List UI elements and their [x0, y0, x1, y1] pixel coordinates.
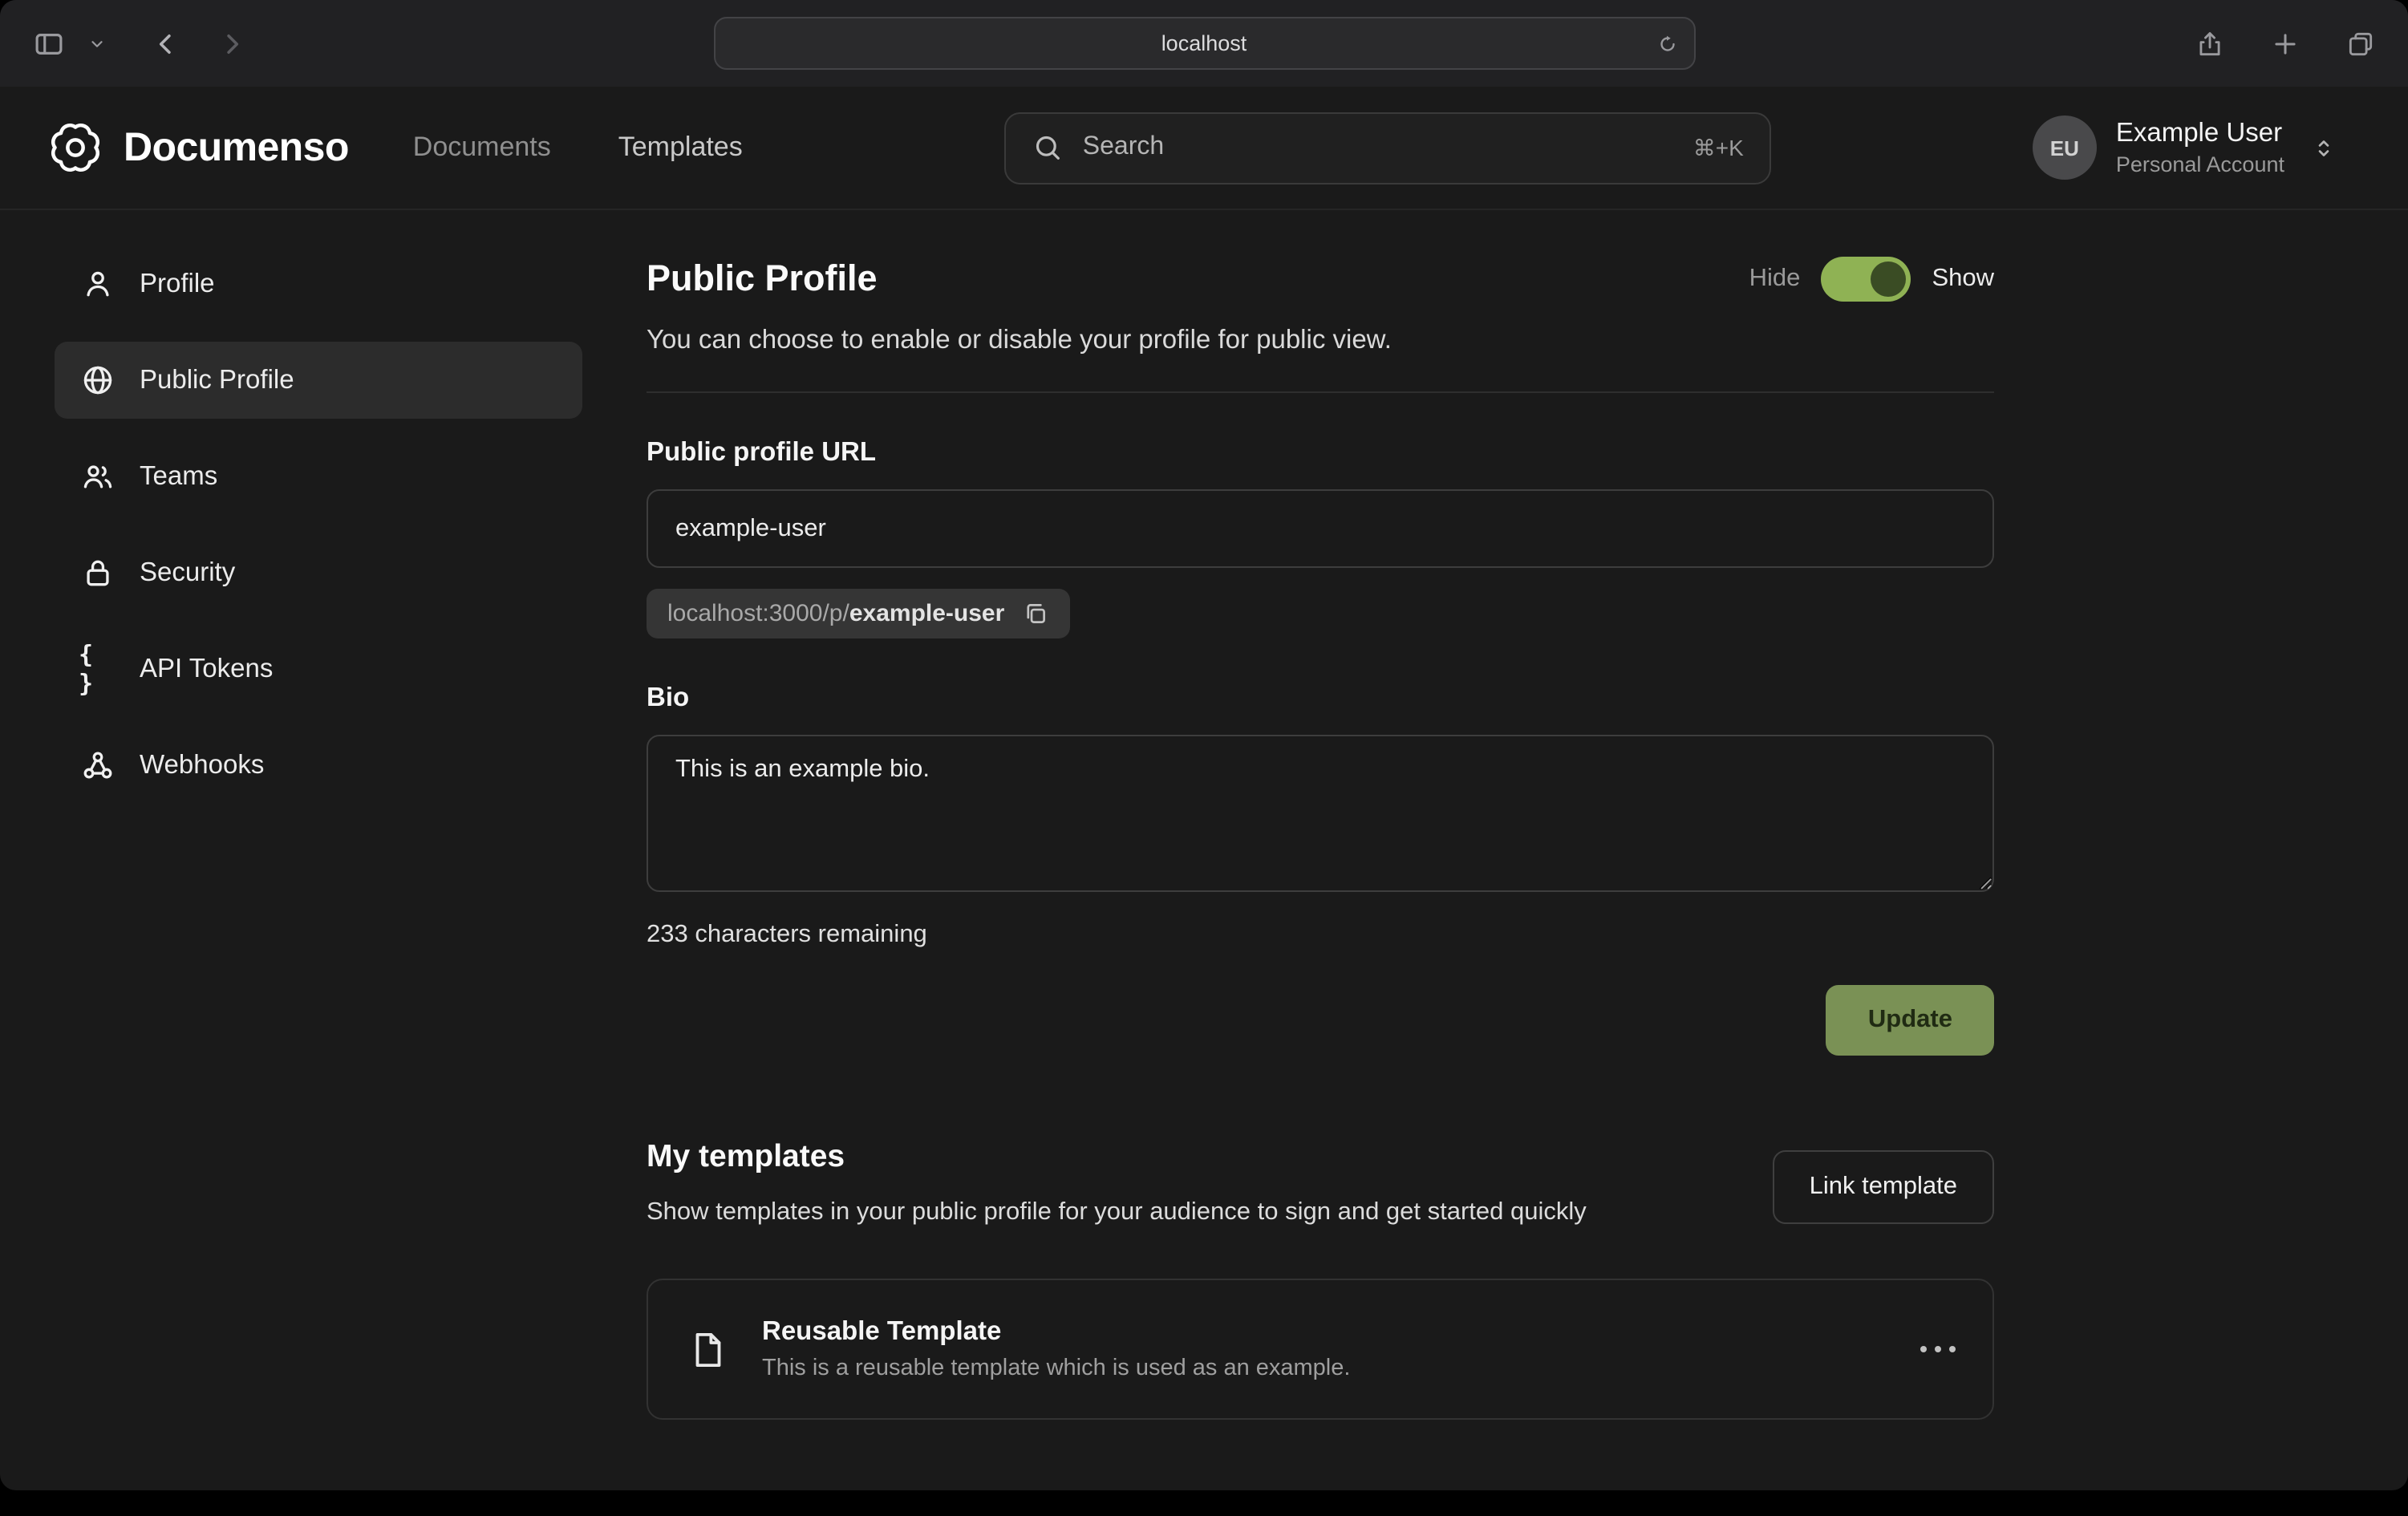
public-url-text: localhost:3000/p/example-user: [667, 600, 1004, 627]
link-template-button[interactable]: Link template: [1773, 1149, 1994, 1223]
back-button-icon[interactable]: [144, 22, 188, 65]
user-menu[interactable]: EU Example User Personal Account: [2033, 116, 2337, 180]
nav-documents[interactable]: Documents: [413, 132, 551, 164]
template-card[interactable]: Reusable Template This is a reusable tem…: [647, 1279, 1994, 1420]
template-description: This is a reusable template which is use…: [762, 1356, 1350, 1381]
app-header: Documenso Documents Templates ⌘+K EU Exa…: [0, 87, 2408, 210]
sidebar-item-profile[interactable]: Profile: [55, 245, 582, 322]
user-icon: [79, 266, 116, 302]
brand-logo[interactable]: Documenso: [48, 120, 349, 175]
browser-window: localhost: [0, 0, 2408, 1490]
copy-icon[interactable]: [1022, 600, 1049, 627]
sidebar-item-label: API Tokens: [140, 654, 273, 684]
sidebar-item-api-tokens[interactable]: { } API Tokens: [55, 630, 582, 707]
sidebar-item-security[interactable]: Security: [55, 534, 582, 611]
address-bar[interactable]: localhost: [713, 17, 1695, 70]
main-content: Public Profile Hide Show You can choose …: [582, 210, 2408, 1490]
search-shortcut: ⌘+K: [1693, 134, 1744, 161]
sidebar-item-label: Security: [140, 557, 235, 588]
lock-icon: [79, 555, 116, 590]
address-bar-url: localhost: [1161, 31, 1247, 55]
documenso-logo-icon: [48, 120, 103, 175]
profile-visibility-toggle[interactable]: [1821, 257, 1911, 302]
users-icon: [79, 459, 116, 494]
my-templates-description: Show templates in your public profile fo…: [647, 1192, 1587, 1234]
nav-templates[interactable]: Templates: [618, 132, 743, 164]
global-search[interactable]: ⌘+K: [1004, 111, 1771, 184]
search-icon: [1032, 132, 1064, 164]
sidebar-chevron-icon[interactable]: [82, 28, 112, 59]
public-url-badge: localhost:3000/p/example-user: [647, 589, 1070, 638]
chevrons-up-down-icon: [2310, 134, 2337, 161]
profile-url-input[interactable]: [647, 489, 1994, 568]
share-icon[interactable]: [2188, 22, 2232, 65]
sidebar-item-public-profile[interactable]: Public Profile: [55, 342, 582, 419]
chars-remaining: 233 characters remaining: [647, 921, 1994, 950]
page-title: Public Profile: [647, 258, 878, 300]
sidebar-item-label: Profile: [140, 269, 215, 299]
bio-textarea[interactable]: This is an example bio.: [647, 735, 1994, 892]
update-button[interactable]: Update: [1826, 985, 1994, 1056]
visibility-controls: Hide Show: [1749, 257, 1994, 302]
forward-button-icon[interactable]: [210, 22, 253, 65]
show-label: Show: [1932, 265, 1994, 294]
webhook-icon: [79, 748, 116, 783]
sidebar-item-teams[interactable]: Teams: [55, 438, 582, 515]
user-account-type: Personal Account: [2116, 152, 2284, 176]
braces-icon: { }: [79, 640, 116, 698]
file-icon: [687, 1328, 730, 1371]
search-input[interactable]: [1083, 133, 1674, 162]
toggle-knob: [1871, 261, 1906, 297]
user-name: Example User: [2116, 119, 2284, 149]
top-nav: Documents Templates: [413, 132, 743, 164]
browser-toolbar: localhost: [0, 0, 2408, 87]
settings-sidebar: Profile Public Profile Teams: [0, 210, 582, 1490]
bio-field-label: Bio: [647, 683, 1994, 714]
tab-overview-icon[interactable]: [2339, 22, 2382, 65]
divider: [647, 391, 1994, 393]
sidebar-item-label: Public Profile: [140, 365, 294, 395]
ellipsis-icon[interactable]: [1922, 1333, 1954, 1365]
reload-icon[interactable]: [1655, 31, 1679, 55]
brand-name: Documenso: [124, 124, 349, 171]
sidebar-toggle-icon[interactable]: [26, 20, 72, 67]
new-tab-icon[interactable]: [2264, 22, 2307, 65]
avatar: EU: [2033, 116, 2097, 180]
screen: localhost: [0, 0, 2408, 1516]
url-field-label: Public profile URL: [647, 438, 1994, 468]
globe-icon: [79, 363, 116, 398]
page-subtitle: You can choose to enable or disable your…: [647, 326, 1994, 356]
sidebar-item-label: Teams: [140, 461, 217, 492]
sidebar-item-label: Webhooks: [140, 750, 264, 780]
template-name: Reusable Template: [762, 1317, 1350, 1348]
sidebar-item-webhooks[interactable]: Webhooks: [55, 727, 582, 804]
my-templates-title: My templates: [647, 1139, 1587, 1176]
hide-label: Hide: [1749, 265, 1801, 294]
